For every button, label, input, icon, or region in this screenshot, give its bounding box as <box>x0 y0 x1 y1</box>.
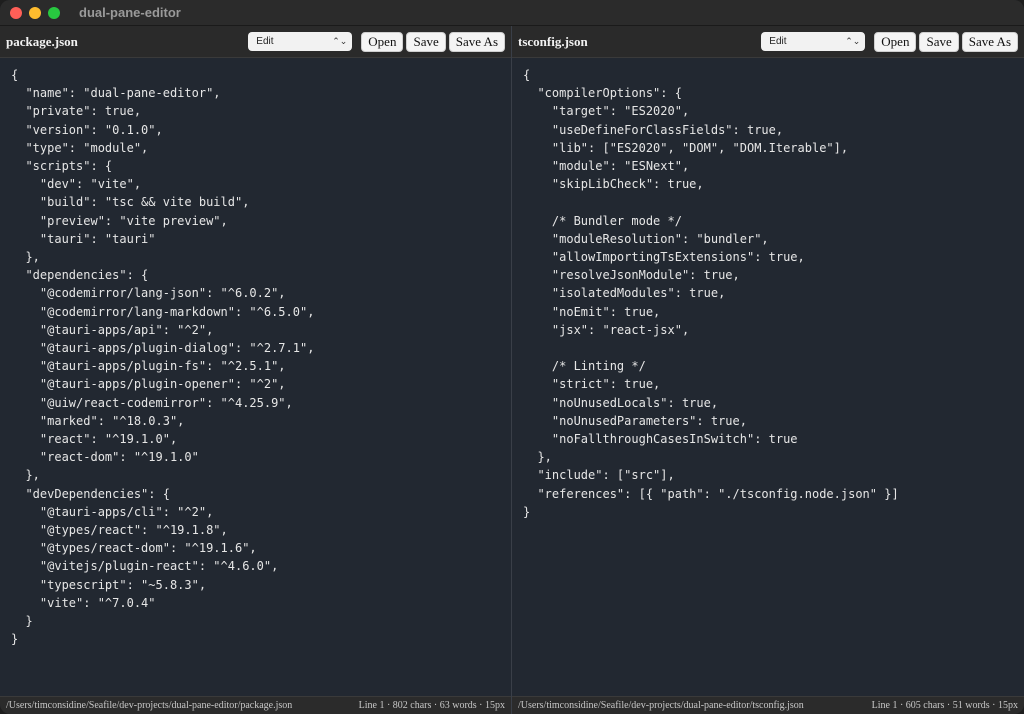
code-line: "include": ["src"], <box>523 468 675 483</box>
code-line: "@types/react": "^19.1.8", <box>11 523 228 538</box>
updown-chevron-icon: ⌃⌄ <box>845 36 861 46</box>
left-save-as-button[interactable]: Save As <box>448 31 505 52</box>
left-filename: package.json <box>6 33 78 49</box>
minimize-window-button[interactable] <box>29 6 41 19</box>
code-line: { <box>523 68 531 82</box>
right-file-stats: Line 1 · 605 chars · 51 words · 15px <box>871 700 1018 711</box>
maximize-window-button[interactable] <box>48 6 60 19</box>
right-filename: tsconfig.json <box>518 33 588 49</box>
right-save-as-button[interactable]: Save As <box>961 31 1018 52</box>
code-line: "@types/react-dom": "^19.1.6", <box>11 541 257 556</box>
code-line: "react-dom": "^19.1.0" <box>11 450 199 465</box>
code-line: "skipLibCheck": true, <box>523 177 704 192</box>
code-line: "@tauri-apps/api": "^2", <box>11 322 214 337</box>
code-line: /* Linting */ <box>523 359 646 374</box>
code-line: "dependencies": { <box>11 268 149 283</box>
code-line: "useDefineForClassFields": true, <box>523 122 784 137</box>
code-line: "@tauri-apps/plugin-fs": "^2.5.1", <box>11 359 286 374</box>
right-toolbar: tsconfig.json Edit ⌃⌄ Open Save Save As <box>512 26 1024 58</box>
close-window-button[interactable] <box>10 6 22 19</box>
code-line: "tauri": "tauri" <box>11 231 156 246</box>
code-line: }, <box>523 450 552 465</box>
code-line: "jsx": "react-jsx", <box>523 322 690 337</box>
code-line: "preview": "vite preview", <box>11 213 228 228</box>
code-line: "target": "ES2020", <box>523 104 690 119</box>
left-mode-select[interactable]: Edit ⌃⌄ <box>248 32 353 51</box>
code-line: "references": [{ "path": "./tsconfig.nod… <box>523 486 899 501</box>
left-file-path: /Users/timconsidine/Seafile/dev-projects… <box>6 700 293 711</box>
code-line: "noUnusedParameters": true, <box>523 413 747 428</box>
code-line: "compilerOptions": { <box>523 86 682 101</box>
right-mode-value: Edit <box>769 36 787 47</box>
code-line: "@codemirror/lang-json": "^6.0.2", <box>11 286 286 301</box>
code-line: "private": true, <box>11 104 142 119</box>
right-code-editor[interactable]: { "compilerOptions": { "target": "ES2020… <box>512 58 1024 696</box>
app-window: dual-pane-editor package.json Edit ⌃⌄ Op… <box>0 0 1024 714</box>
panes: package.json Edit ⌃⌄ Open Save Save As {… <box>0 26 1024 714</box>
code-line: "type": "module", <box>11 140 149 155</box>
code-line: "@codemirror/lang-markdown": "^6.5.0", <box>11 304 315 319</box>
code-line: "moduleResolution": "bundler", <box>523 231 769 246</box>
left-code-text[interactable]: { "name": "dual-pane-editor", "private":… <box>11 66 511 649</box>
right-status-bar: /Users/timconsidine/Seafile/dev-projects… <box>512 696 1024 714</box>
title-bar: dual-pane-editor <box>0 0 1024 26</box>
left-pane: package.json Edit ⌃⌄ Open Save Save As {… <box>0 26 512 714</box>
code-line: "devDependencies": { <box>11 486 170 501</box>
code-line: "marked": "^18.0.3", <box>11 413 185 428</box>
code-line: "@vitejs/plugin-react": "^4.6.0", <box>11 559 279 574</box>
code-line: } <box>523 504 531 519</box>
right-mode-select[interactable]: Edit ⌃⌄ <box>761 32 866 51</box>
code-line: "@tauri-apps/plugin-opener": "^2", <box>11 377 286 392</box>
right-open-button[interactable]: Open <box>874 31 917 52</box>
code-line: "lib": ["ES2020", "DOM", "DOM.Iterable"]… <box>523 140 849 155</box>
left-save-button[interactable]: Save <box>406 31 446 52</box>
right-pane: tsconfig.json Edit ⌃⌄ Open Save Save As … <box>512 26 1024 714</box>
code-line: "strict": true, <box>523 377 661 392</box>
code-line: "noUnusedLocals": true, <box>523 395 719 410</box>
left-status-bar: /Users/timconsidine/Seafile/dev-projects… <box>0 696 511 714</box>
code-line: "isolatedModules": true, <box>523 286 726 301</box>
code-line: "vite": "^7.0.4" <box>11 595 156 610</box>
code-line: "@tauri-apps/plugin-dialog": "^2.7.1", <box>11 341 315 356</box>
code-line: "react": "^19.1.0", <box>11 432 178 447</box>
code-line: "dev": "vite", <box>11 177 142 192</box>
code-line: /* Bundler mode */ <box>523 213 682 228</box>
code-line: }, <box>11 250 40 265</box>
right-file-path: /Users/timconsidine/Seafile/dev-projects… <box>518 700 804 711</box>
updown-chevron-icon: ⌃⌄ <box>332 36 348 46</box>
code-line: "noFallthroughCasesInSwitch": true <box>523 432 798 447</box>
code-line: "typescript": "~5.8.3", <box>11 577 207 592</box>
right-save-button[interactable]: Save <box>919 31 959 52</box>
code-line: } <box>11 614 33 629</box>
left-mode-value: Edit <box>256 36 274 47</box>
code-line: { <box>11 68 19 82</box>
code-line: "@uiw/react-codemirror": "^4.25.9", <box>11 395 293 410</box>
code-line: "name": "dual-pane-editor", <box>11 86 221 101</box>
code-line: "version": "0.1.0", <box>11 122 163 137</box>
left-open-button[interactable]: Open <box>361 31 404 52</box>
code-line: "noEmit": true, <box>523 304 661 319</box>
code-line: "resolveJsonModule": true, <box>523 268 740 283</box>
code-line: } <box>11 632 19 647</box>
window-title: dual-pane-editor <box>79 5 181 20</box>
left-file-stats: Line 1 · 802 chars · 63 words · 15px <box>358 700 505 711</box>
code-line: "scripts": { <box>11 159 113 174</box>
code-line: "module": "ESNext", <box>523 159 690 174</box>
code-line: "allowImportingTsExtensions": true, <box>523 250 805 265</box>
left-code-editor[interactable]: { "name": "dual-pane-editor", "private":… <box>0 58 511 696</box>
code-line: "build": "tsc && vite build", <box>11 195 250 210</box>
left-toolbar: package.json Edit ⌃⌄ Open Save Save As <box>0 26 511 58</box>
right-code-text[interactable]: { "compilerOptions": { "target": "ES2020… <box>523 66 1024 521</box>
code-line: }, <box>11 468 40 483</box>
code-line: "@tauri-apps/cli": "^2", <box>11 504 214 519</box>
